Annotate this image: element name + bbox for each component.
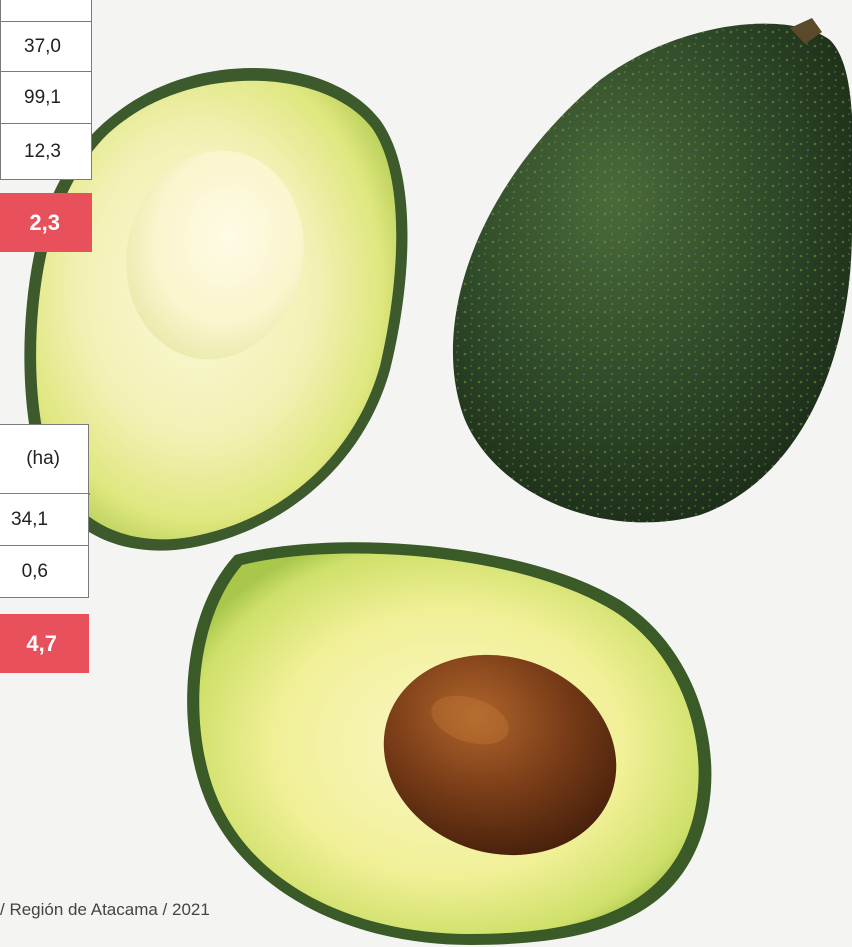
whole-avocado bbox=[452, 18, 852, 523]
table-top-value-1: 37,0 bbox=[24, 35, 61, 57]
table-bottom-header-label: (ha) bbox=[26, 448, 60, 469]
table-top-value-2: 99,1 bbox=[24, 86, 61, 108]
table-bottom-row-2: 0,6 bbox=[0, 546, 89, 598]
table-bottom-value-2: 0,6 bbox=[21, 560, 48, 582]
table-bottom-row-1: 34,1 bbox=[0, 494, 89, 546]
table-top-total-value: 2,3 bbox=[29, 209, 60, 235]
avocado-half-pit bbox=[187, 542, 712, 945]
source-caption: / Región de Atacama / 2021 bbox=[0, 900, 210, 919]
table-top-total: 2,3 bbox=[0, 193, 92, 252]
table-bottom-total-value: 4,7 bbox=[26, 630, 57, 656]
table-bottom-header: (ha) bbox=[0, 424, 89, 494]
table-bottom-value-1: 34,1 bbox=[11, 508, 48, 530]
table-top-header-edge bbox=[0, 0, 92, 22]
table-top-row-3: 12,3 bbox=[0, 124, 92, 180]
avocado-photo bbox=[24, 18, 852, 945]
table-top-row-2: 99,1 bbox=[0, 72, 92, 124]
table-bottom-total: 4,7 bbox=[0, 614, 89, 673]
table-top-value-3: 12,3 bbox=[24, 140, 61, 162]
table-top-row-1: 37,0 bbox=[0, 22, 92, 72]
